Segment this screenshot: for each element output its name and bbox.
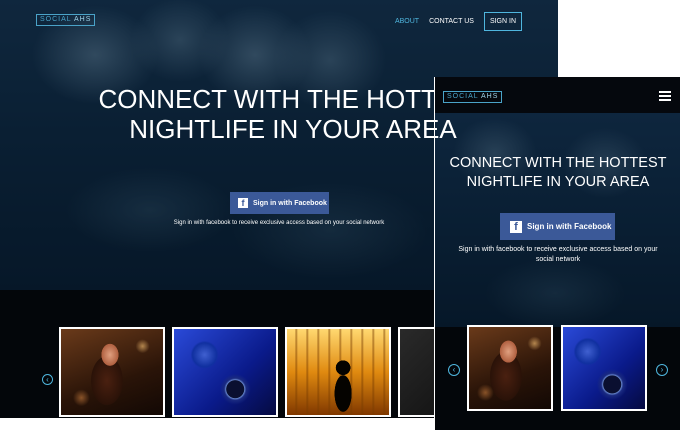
gallery-thumb-woman[interactable] [59,327,165,417]
chevron-left-icon[interactable]: ‹ [42,374,53,385]
nav-signin-button[interactable]: SIGN IN [483,12,522,31]
brand-text: SOCIAL [447,93,479,100]
facebook-icon: f [238,198,248,208]
facebook-icon: f [510,220,522,233]
brand-text: SOCIAL [40,16,72,23]
chevron-left-icon[interactable]: ‹ [448,364,460,376]
brand-text-accent: AHS [73,16,92,23]
hero-subtitle: Sign in with facebook to receive exclusi… [458,246,658,263]
gallery-thumb-dj[interactable] [172,327,278,417]
hero-subtitle: Sign in with facebook to receive exclusi… [173,220,385,226]
facebook-signin-label: Sign in with Facebook [253,199,327,207]
hamburger-icon[interactable] [659,91,671,101]
gallery-thumb-woman[interactable] [467,325,553,411]
brand-logo[interactable]: SOCIAL AHS [443,91,503,103]
chevron-right-icon[interactable]: › [656,364,668,376]
hero-title: CONNECT WITH THE HOTTEST NIGHTLIFE IN YO… [449,155,667,190]
nav-contact-link[interactable]: CONTACT US [429,18,474,25]
facebook-signin-button[interactable]: f Sign in with Facebook [230,192,329,214]
facebook-signin-button[interactable]: f Sign in with Facebook [500,213,615,240]
brand-logo[interactable]: SOCIAL AHS [36,14,96,26]
gallery-thumb-dj[interactable] [561,325,647,411]
facebook-signin-label: Sign in with Facebook [527,222,612,231]
top-nav: ABOUT CONTACT US SIGN IN [395,12,522,31]
brand-text-accent: AHS [480,93,499,100]
nav-about-link[interactable]: ABOUT [395,18,419,25]
gallery-thumb-bar[interactable] [285,327,391,417]
